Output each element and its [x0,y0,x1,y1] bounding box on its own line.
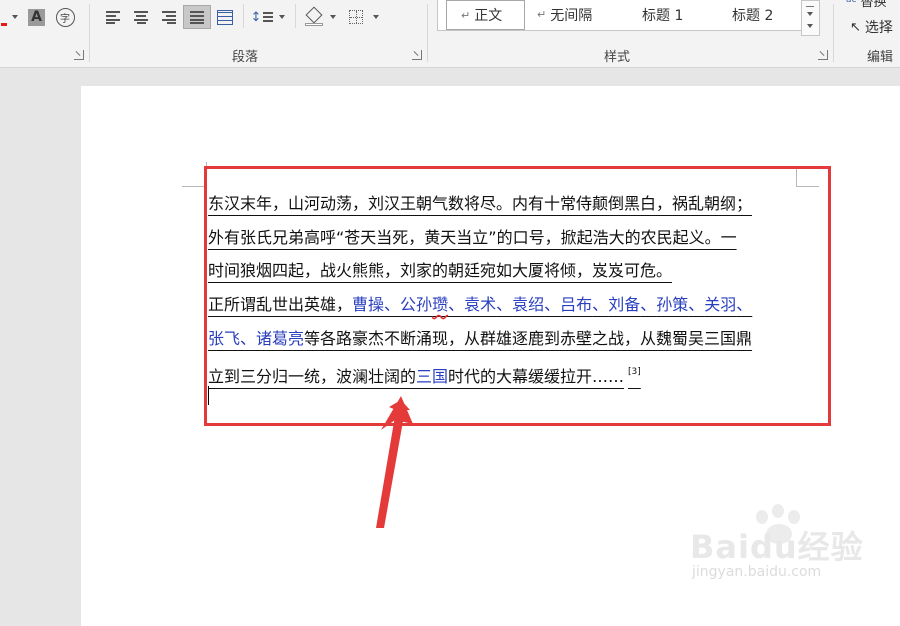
cursor-arrow-icon: ↖ [850,19,861,35]
replace-icon: ac [846,0,857,5]
highlight-annotation-box [204,166,831,426]
justify-icon[interactable] [183,5,211,29]
styles-dialog-launcher-icon[interactable] [818,50,828,60]
line-spacing-icon[interactable]: ↕ [248,5,288,29]
style-no-spacing[interactable]: ↵ 无间隔 [537,0,627,29]
styles-gallery-scrollbar[interactable] [801,0,820,36]
align-center-icon[interactable] [128,5,154,29]
styles-gallery: ↵ 正文 ↵ 无间隔 标题 1 标题 2 [437,0,802,31]
paragraph-dialog-launcher-icon[interactable] [412,50,422,60]
style-heading-1[interactable]: 标题 1 [642,0,722,29]
shading-fill-icon[interactable] [300,5,340,29]
font-color-dropdown[interactable] [10,5,20,29]
align-right-icon[interactable] [156,5,182,29]
ribbon: A 字 ↕ 段落 ↵ 正文 ↵ 无间隔 标题 1 标题 2 样式 ac 替换 ↖… [0,0,900,68]
align-left-icon[interactable] [100,5,126,29]
style-normal[interactable]: ↵ 正文 [446,0,525,30]
select-button[interactable]: ↖ 选择 [850,17,900,37]
font-dialog-launcher-icon[interactable] [74,50,84,60]
editing-group-label: 编辑 [867,50,894,65]
baidu-jingyan-watermark: Baidu经验 jingyan.baidu.com [686,500,886,590]
distributed-align-icon[interactable] [213,5,237,29]
character-shading-icon[interactable]: A [27,5,46,29]
paragraph-group-label: 段落 [232,50,259,65]
borders-icon[interactable] [344,5,384,29]
style-heading-2[interactable]: 标题 2 [732,0,802,29]
replace-button[interactable]: ac 替换 [846,0,900,9]
styles-group-label: 样式 [604,50,631,65]
crop-mark-top-left-h [182,186,206,187]
font-color-icon[interactable] [0,5,8,29]
phonetic-guide-icon[interactable]: 字 [54,5,76,29]
